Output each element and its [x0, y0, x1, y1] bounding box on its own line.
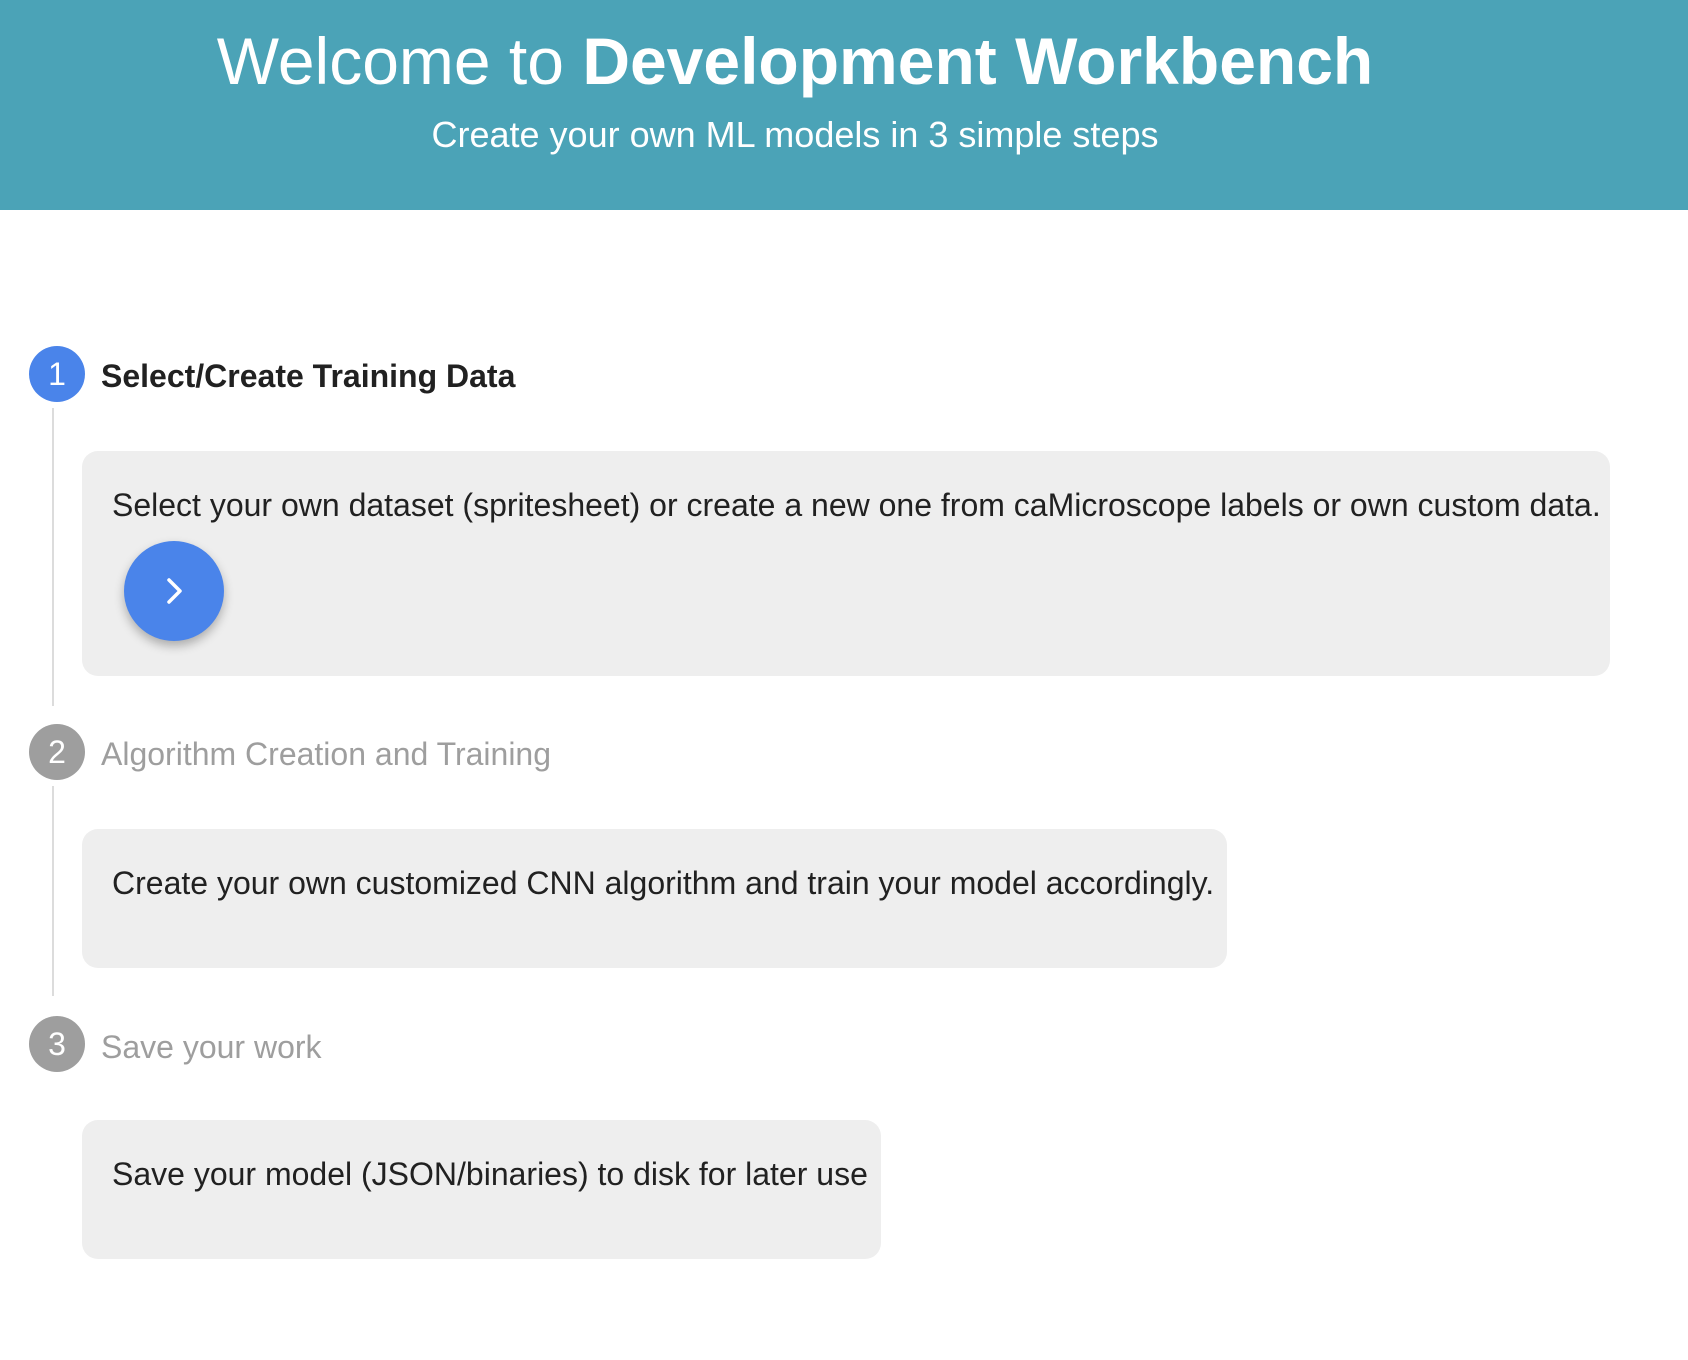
step-1-title[interactable]: Select/Create Training Data: [101, 356, 515, 396]
step-2-content-card: Create your own customized CNN algorithm…: [82, 829, 1227, 968]
step-3-number-badge[interactable]: 3: [29, 1016, 85, 1072]
step-2-description: Create your own customized CNN algorithm…: [112, 865, 1215, 901]
step-1-number-badge[interactable]: 1: [29, 346, 85, 402]
step-1-description: Select your own dataset (spritesheet) or…: [112, 487, 1601, 523]
step-2-number-badge[interactable]: 2: [29, 724, 85, 780]
step-3-content-card: Save your model (JSON/binaries) to disk …: [82, 1120, 881, 1259]
step-2-title[interactable]: Algorithm Creation and Training: [101, 734, 551, 774]
step-3-description: Save your model (JSON/binaries) to disk …: [112, 1156, 868, 1192]
chevron-right-icon: [167, 578, 182, 604]
step-1-next-button[interactable]: [124, 541, 224, 641]
step-2-connector-line: [52, 786, 54, 996]
step-1-content-card: Select your own dataset (spritesheet) or…: [82, 451, 1610, 676]
vertical-stepper: 1 Select/Create Training Data Select you…: [0, 0, 1688, 1360]
step-3-title[interactable]: Save your work: [101, 1027, 322, 1067]
step-1-connector-line: [52, 408, 54, 706]
